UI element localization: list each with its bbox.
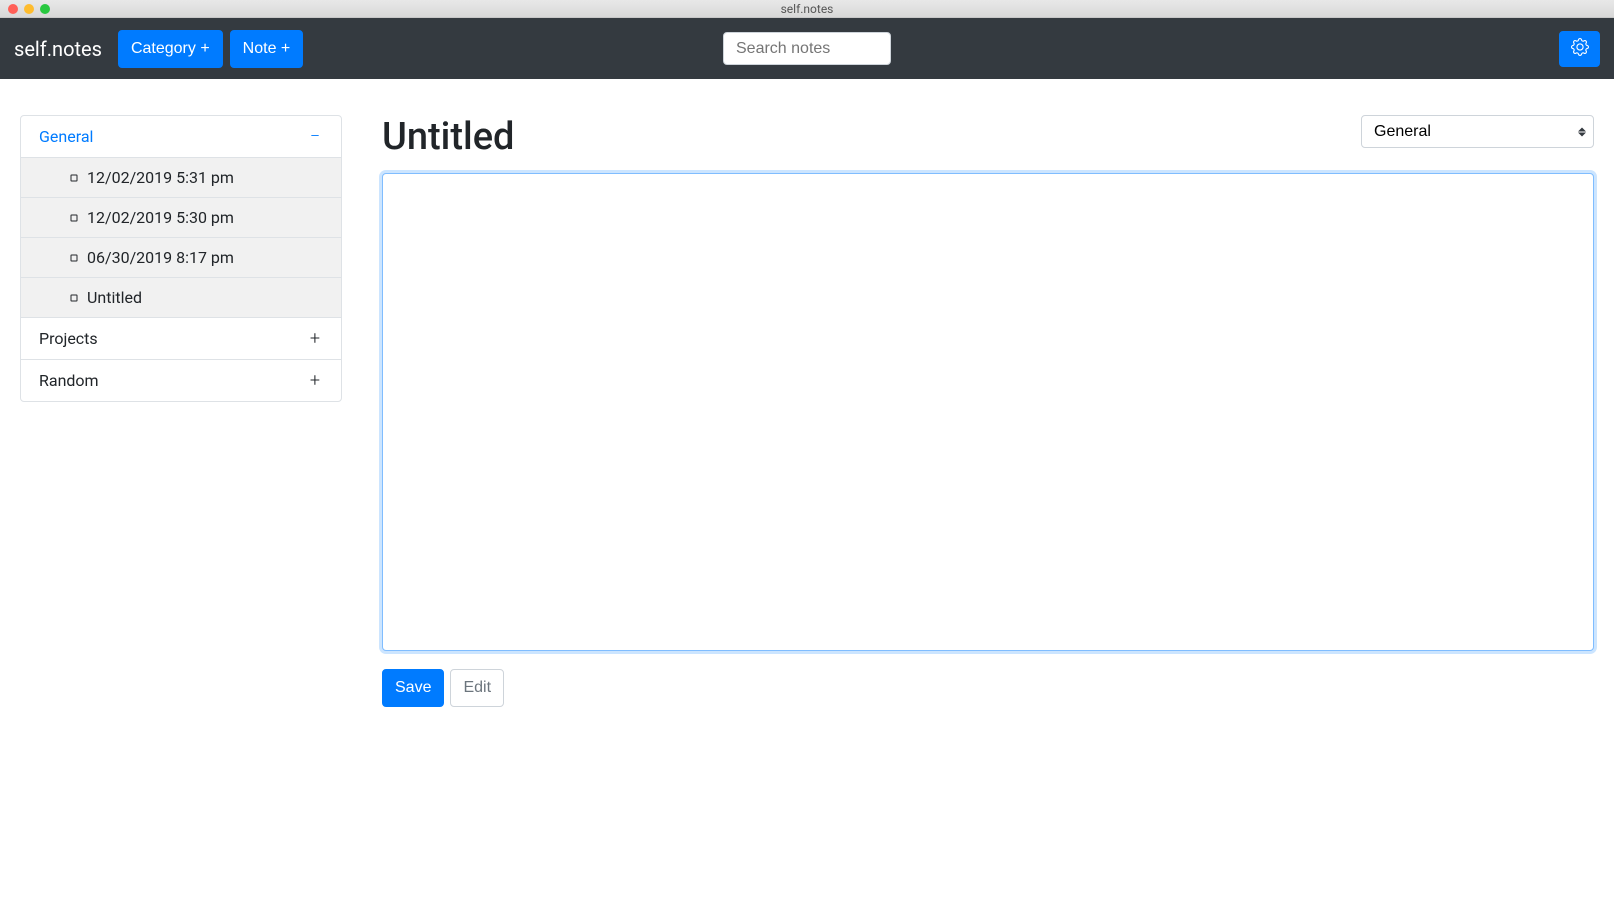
note-item[interactable]: Untitled (21, 278, 341, 318)
navbar: self.notes Category + Note + (0, 18, 1614, 79)
note-item-label: Untitled (69, 288, 142, 307)
minimize-icon[interactable] (24, 4, 34, 14)
search-input[interactable] (723, 32, 891, 65)
close-icon[interactable] (8, 4, 18, 14)
note-item[interactable]: 12/02/2019 5:30 pm (21, 198, 341, 238)
window-titlebar: self.notes (0, 0, 1614, 18)
main: Untitled General Save Edit (382, 115, 1594, 707)
note-list-general: 12/02/2019 5:31 pm 12/02/2019 5:30 pm 06… (21, 158, 341, 318)
note-item-label: 12/02/2019 5:30 pm (69, 208, 234, 227)
sidebar-category-random[interactable]: Random + (21, 360, 341, 401)
traffic-lights (0, 4, 50, 14)
add-note-button[interactable]: Note + (230, 30, 304, 68)
expand-icon: + (307, 370, 323, 391)
title-row: Untitled General (382, 115, 1594, 159)
settings-button[interactable] (1559, 31, 1600, 67)
save-button[interactable]: Save (382, 669, 444, 707)
expand-icon: + (307, 328, 323, 349)
note-item-label: 06/30/2019 8:17 pm (69, 248, 234, 267)
category-label: Random (39, 371, 99, 390)
nav-center (723, 32, 891, 65)
sidebar: General − 12/02/2019 5:31 pm 12/02/2019 … (20, 115, 342, 402)
add-category-button[interactable]: Category + (118, 30, 223, 68)
maximize-icon[interactable] (40, 4, 50, 14)
sidebar-category-projects[interactable]: Projects + (21, 318, 341, 360)
sidebar-category-general[interactable]: General − (21, 116, 341, 158)
collapse-icon: − (307, 126, 323, 147)
note-item[interactable]: 12/02/2019 5:31 pm (21, 158, 341, 198)
note-item[interactable]: 06/30/2019 8:17 pm (21, 238, 341, 278)
content: General − 12/02/2019 5:31 pm 12/02/2019 … (0, 79, 1614, 727)
note-item-label: 12/02/2019 5:31 pm (69, 168, 234, 187)
category-label: General (39, 127, 93, 146)
category-select-wrap: General (1361, 115, 1594, 148)
note-title: Untitled (382, 115, 514, 159)
category-select[interactable]: General (1361, 115, 1594, 148)
category-label: Projects (39, 329, 98, 348)
edit-button[interactable]: Edit (450, 669, 504, 707)
gear-icon (1571, 38, 1589, 60)
note-body-input[interactable] (382, 173, 1594, 651)
app-brand[interactable]: self.notes (14, 37, 102, 61)
editor-actions: Save Edit (382, 669, 1594, 707)
window-title: self.notes (0, 2, 1614, 16)
